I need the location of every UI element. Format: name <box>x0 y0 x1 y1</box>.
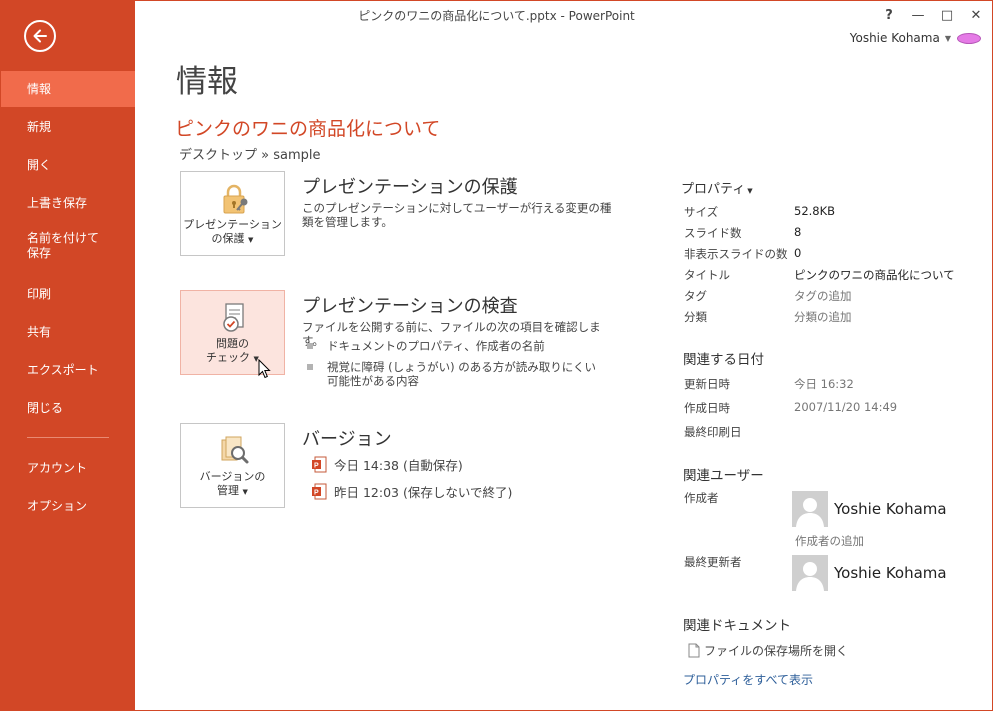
protect-presentation-button[interactable]: プレゼンテーション の保護 ▼ <box>180 171 285 256</box>
inspect-bullet-item: ドキュメントのプロパティ、作成者の名前 <box>307 339 607 353</box>
document-icon <box>688 643 700 658</box>
maximize-button[interactable]: □ <box>934 4 960 26</box>
account-menu[interactable]: Yoshie Kohama ▼ <box>850 31 981 45</box>
chevron-down-icon: ▼ <box>747 187 753 195</box>
properties-header-label: プロパティ <box>681 182 746 197</box>
open-file-location-link[interactable]: ファイルの保存場所を開く <box>688 642 848 659</box>
property-label: タイトル <box>684 268 730 282</box>
property-value: 8 <box>794 225 802 239</box>
property-label: サイズ <box>684 205 719 219</box>
protect-section-title: プレゼンテーションの保護 <box>302 177 518 198</box>
date-label: 作成日時 <box>684 401 730 415</box>
date-label: 更新日時 <box>684 377 730 391</box>
inspect-section-title: プレゼンテーションの検査 <box>302 296 518 317</box>
properties-dropdown[interactable]: プロパティ ▼ <box>681 178 753 197</box>
categories-input[interactable]: 分類の追加 <box>794 309 852 325</box>
sidebar-item-info[interactable]: 情報 <box>0 71 135 107</box>
powerpoint-file-icon: P <box>312 456 327 473</box>
backstage-sidebar: 情報 新規 開く 上書き保存 名前を付けて保存 印刷 共有 エクスポート 閉じる… <box>0 0 135 711</box>
property-label: 分類 <box>684 310 707 324</box>
sidebar-item-share[interactable]: 共有 <box>0 314 135 350</box>
inspect-button-label-1: 問題の <box>216 337 249 350</box>
versions-button-label-2: 管理 <box>217 484 240 497</box>
sidebar-divider <box>27 437 109 438</box>
versions-button-label-1: バージョンの <box>199 470 266 483</box>
author-entry[interactable]: Yoshie Kohama <box>792 491 947 527</box>
breadcrumb[interactable]: デスクトップ » sample <box>179 144 320 163</box>
tags-input[interactable]: タグの追加 <box>794 288 852 304</box>
version-item[interactable]: P 今日 14:38 (自動保存) <box>312 455 463 474</box>
user-picture <box>957 32 981 44</box>
minimize-button[interactable]: — <box>905 4 931 26</box>
show-all-properties-link[interactable]: プロパティをすべて表示 <box>683 671 813 688</box>
user-name: Yoshie Kohama <box>849 31 940 45</box>
property-label: スライド数 <box>684 226 742 240</box>
window-border <box>0 0 993 711</box>
avatar <box>792 555 828 591</box>
date-value: 今日 16:32 <box>794 377 854 391</box>
sidebar-item-close[interactable]: 閉じる <box>0 390 135 426</box>
add-author-input[interactable]: 作成者の追加 <box>795 533 864 549</box>
version-label: 昨日 12:03 (保存しないで終了) <box>334 485 513 500</box>
inspect-document-icon <box>223 303 244 332</box>
back-button[interactable] <box>24 20 56 52</box>
version-item[interactable]: P 昨日 12:03 (保存しないで終了) <box>312 482 512 501</box>
chevron-down-icon: ▼ <box>242 488 248 496</box>
sidebar-item-save-as[interactable]: 名前を付けて保存 <box>0 228 110 268</box>
last-modified-by-name: Yoshie Kohama <box>834 564 947 582</box>
date-label: 最終印刷日 <box>684 425 742 439</box>
person-icon <box>796 562 824 591</box>
check-for-issues-button[interactable]: 問題の チェック ▼ <box>180 290 285 379</box>
protect-button-label-1: プレゼンテーション <box>183 218 282 231</box>
last-modified-by-entry[interactable]: Yoshie Kohama <box>792 555 947 591</box>
document-name: ピンクのワニの商品化について <box>175 118 441 140</box>
author-name: Yoshie Kohama <box>834 500 947 518</box>
page-title: 情報 <box>176 64 238 100</box>
open-file-location-label: ファイルの保存場所を開く <box>704 644 849 658</box>
svg-text:P: P <box>314 463 319 470</box>
related-documents-title: 関連ドキュメント <box>683 618 791 634</box>
sidebar-item-open[interactable]: 開く <box>0 147 135 183</box>
related-dates-title: 関連する日付 <box>683 352 764 368</box>
lock-key-icon <box>223 184 248 214</box>
help-button[interactable]: ? <box>876 4 902 26</box>
chevron-down-icon: ▼ <box>944 33 951 43</box>
person-icon <box>796 498 824 527</box>
author-label: 作成者 <box>684 491 719 505</box>
inspect-button-label-2: チェック <box>206 351 251 364</box>
window-title: ピンクのワニの商品化について.pptx - PowerPoint <box>358 9 635 23</box>
sidebar-item-options[interactable]: オプション <box>0 488 135 524</box>
title-property-field[interactable]: ピンクのワニの商品化について <box>794 267 955 283</box>
sidebar-item-print[interactable]: 印刷 <box>0 276 135 312</box>
back-arrow-icon <box>33 29 47 43</box>
sidebar-item-new[interactable]: 新規 <box>0 109 135 145</box>
protect-section-description: このプレゼンテーションに対してユーザーが行える変更の種類を管理します。 <box>302 201 612 229</box>
svg-text:P: P <box>314 490 319 497</box>
protect-button-label-2: の保護 <box>211 232 245 245</box>
version-label: 今日 14:38 (自動保存) <box>334 458 463 473</box>
inspect-bullet-item: 視覚に障碍 (しょうがい) のある方が読み取りにくい可能性がある内容 <box>307 360 607 388</box>
avatar <box>792 491 828 527</box>
mouse-cursor-icon <box>258 359 271 379</box>
property-value: 0 <box>794 246 802 260</box>
date-value: 2007/11/20 14:49 <box>794 400 898 414</box>
property-label: 非表示スライドの数 <box>684 247 788 261</box>
chevron-down-icon: ▼ <box>248 236 254 244</box>
version-history-icon <box>221 436 249 464</box>
last-modified-by-label: 最終更新者 <box>684 555 742 569</box>
sidebar-item-export[interactable]: エクスポート <box>0 352 135 388</box>
sidebar-item-account[interactable]: アカウント <box>0 450 135 486</box>
sidebar-item-save[interactable]: 上書き保存 <box>0 185 135 221</box>
property-value: 52.8KB <box>794 204 836 218</box>
close-button[interactable]: ✕ <box>963 4 989 26</box>
versions-section-title: バージョン <box>302 429 392 450</box>
manage-versions-button[interactable]: バージョンの 管理 ▼ <box>180 423 285 508</box>
related-people-title: 関連ユーザー <box>683 468 764 484</box>
powerpoint-file-icon: P <box>312 483 327 500</box>
property-label: タグ <box>684 289 707 303</box>
